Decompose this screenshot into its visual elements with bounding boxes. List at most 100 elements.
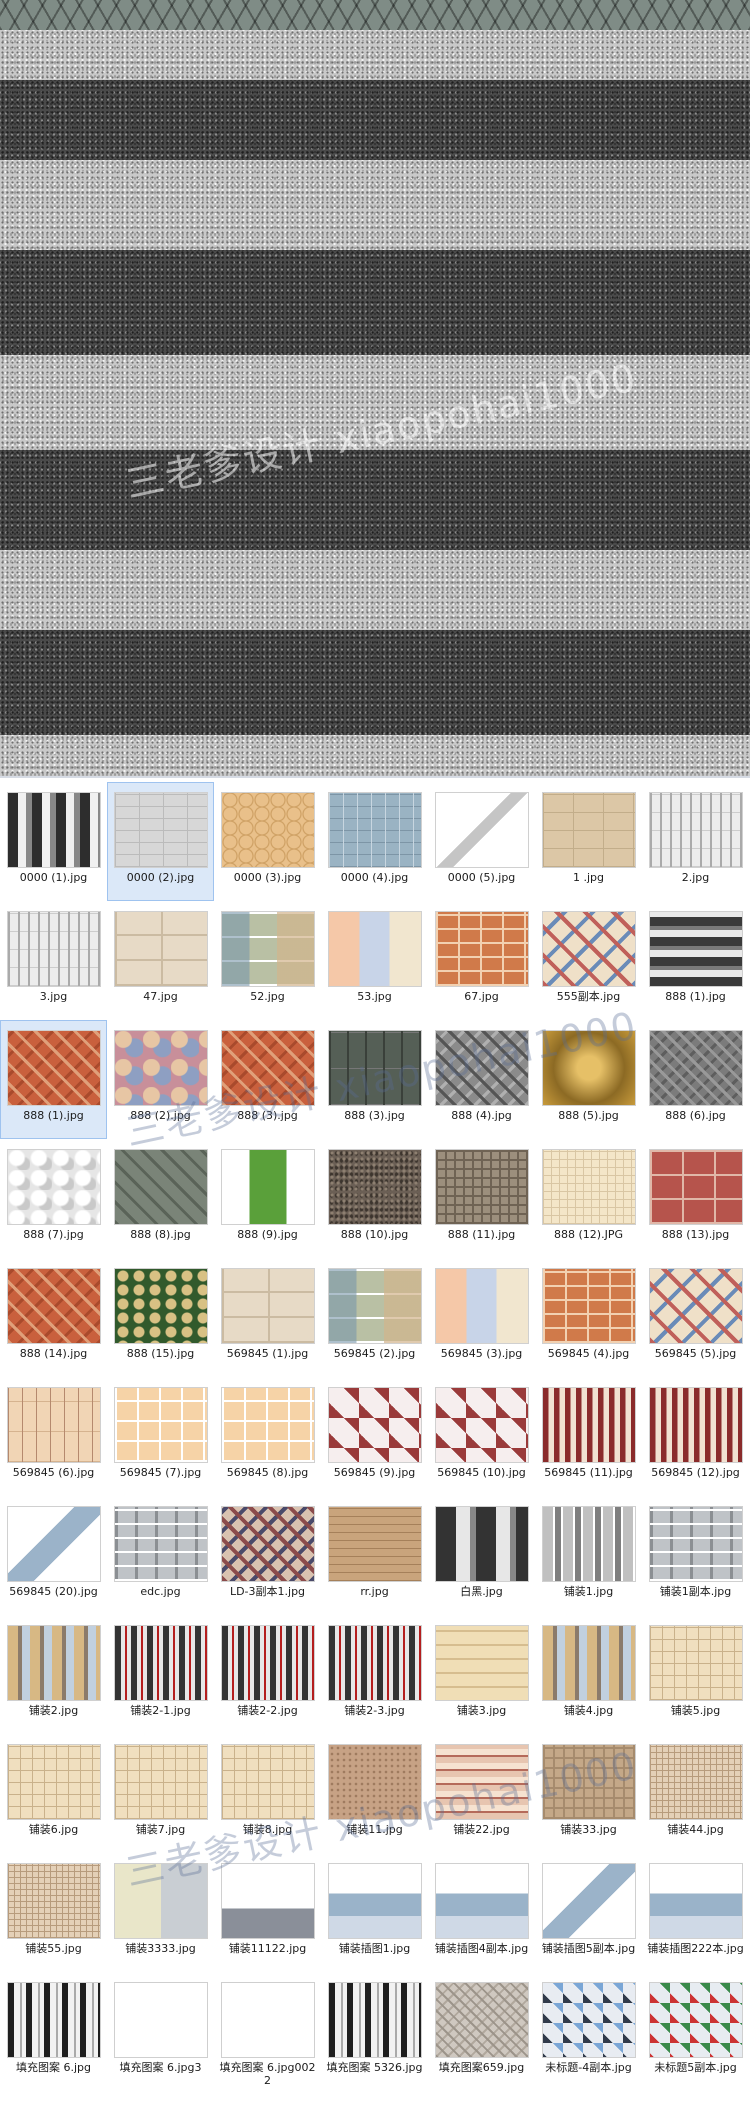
file-explorer-thumbnail-view[interactable]: 0000 (1).jpg 0000 (2).jpg 0000 (3).jpg 0000… [0, 776, 750, 2127]
file-thumbnail[interactable] [221, 1983, 314, 2057]
file-item[interactable]: 888 (12).JPG [535, 1139, 642, 1258]
file-item[interactable]: 铺装1.jpg [535, 1496, 642, 1615]
file-thumbnail[interactable] [328, 1983, 421, 2057]
file-item[interactable]: 铺装5.jpg [642, 1615, 749, 1734]
file-thumbnail[interactable] [7, 1745, 100, 1819]
file-thumbnail[interactable] [114, 1269, 207, 1343]
file-item[interactable]: 569845 (12).jpg [642, 1377, 749, 1496]
file-item[interactable]: 569845 (11).jpg [535, 1377, 642, 1496]
file-thumbnail[interactable] [542, 1864, 635, 1938]
file-item[interactable]: 0000 (3).jpg [214, 782, 321, 901]
file-item[interactable]: 铺装6.jpg [0, 1734, 107, 1853]
file-thumbnail[interactable] [435, 1269, 528, 1343]
file-thumbnail[interactable] [542, 1388, 635, 1462]
file-item[interactable]: 铺装2-1.jpg [107, 1615, 214, 1734]
file-item[interactable]: 569845 (2).jpg [321, 1258, 428, 1377]
file-item[interactable]: 铺装4.jpg [535, 1615, 642, 1734]
file-thumbnail[interactable] [542, 1507, 635, 1581]
file-thumbnail[interactable] [328, 1388, 421, 1462]
file-item[interactable]: 铺装3.jpg [428, 1615, 535, 1734]
file-item[interactable]: 569845 (4).jpg [535, 1258, 642, 1377]
file-thumbnail[interactable] [221, 793, 314, 867]
file-thumbnail[interactable] [7, 1269, 100, 1343]
file-thumbnail[interactable] [221, 1031, 314, 1105]
file-item[interactable]: 569845 (1).jpg [214, 1258, 321, 1377]
file-item[interactable]: 铺装11.jpg [321, 1734, 428, 1853]
file-item[interactable]: 569845 (8).jpg [214, 1377, 321, 1496]
file-item[interactable]: 52.jpg [214, 901, 321, 1020]
file-thumbnail[interactable] [542, 912, 635, 986]
file-item[interactable]: 白黑.jpg [428, 1496, 535, 1615]
file-thumbnail[interactable] [221, 1269, 314, 1343]
file-thumbnail[interactable] [114, 793, 207, 867]
file-thumbnail[interactable] [328, 1507, 421, 1581]
file-thumbnail[interactable] [114, 912, 207, 986]
file-item[interactable]: 53.jpg [321, 901, 428, 1020]
file-item[interactable]: 铺装2.jpg [0, 1615, 107, 1734]
file-item[interactable]: 888 (13).jpg [642, 1139, 749, 1258]
file-thumbnail[interactable] [221, 1507, 314, 1581]
file-item[interactable]: 铺装3333.jpg [107, 1853, 214, 1972]
file-item[interactable]: edc.jpg [107, 1496, 214, 1615]
file-thumbnail[interactable] [221, 1626, 314, 1700]
file-thumbnail[interactable] [7, 1983, 100, 2057]
file-item[interactable]: 888 (8).jpg [107, 1139, 214, 1258]
file-thumbnail[interactable] [114, 1507, 207, 1581]
file-item[interactable]: 铺装55.jpg [0, 1853, 107, 1972]
file-thumbnail[interactable] [221, 1745, 314, 1819]
file-thumbnail[interactable] [328, 793, 421, 867]
file-item[interactable]: 铺装插图5副本.jpg [535, 1853, 642, 1972]
file-item[interactable]: 0000 (2).jpg [107, 782, 214, 901]
file-item[interactable]: 47.jpg [107, 901, 214, 1020]
file-thumbnail[interactable] [328, 1269, 421, 1343]
file-item[interactable]: 1 .jpg [535, 782, 642, 901]
file-thumbnail[interactable] [7, 1507, 100, 1581]
file-thumbnail[interactable] [7, 1150, 100, 1224]
file-thumbnail[interactable] [328, 1745, 421, 1819]
file-thumbnail[interactable] [114, 1150, 207, 1224]
file-thumbnail[interactable] [114, 1388, 207, 1462]
file-thumbnail[interactable] [328, 1150, 421, 1224]
file-thumbnail[interactable] [7, 1626, 100, 1700]
file-item[interactable]: 铺装2-2.jpg [214, 1615, 321, 1734]
file-thumbnail[interactable] [435, 1864, 528, 1938]
file-thumbnail[interactable] [542, 1745, 635, 1819]
file-thumbnail[interactable] [649, 1031, 742, 1105]
file-item[interactable]: 填充图案 5326.jpg [321, 1972, 428, 2091]
file-thumbnail[interactable] [542, 1269, 635, 1343]
file-item[interactable]: 67.jpg [428, 901, 535, 1020]
file-item[interactable]: 569845 (6).jpg [0, 1377, 107, 1496]
file-item[interactable]: 0000 (1).jpg [0, 782, 107, 901]
file-item[interactable]: 0000 (5).jpg [428, 782, 535, 901]
file-thumbnail[interactable] [649, 1388, 742, 1462]
file-thumbnail[interactable] [649, 1864, 742, 1938]
file-thumbnail[interactable] [221, 1864, 314, 1938]
file-item[interactable]: 888 (1).jpg [642, 901, 749, 1020]
file-item[interactable]: rr.jpg [321, 1496, 428, 1615]
file-thumbnail[interactable] [435, 1150, 528, 1224]
file-item[interactable]: 888 (9).jpg [214, 1139, 321, 1258]
file-thumbnail[interactable] [435, 1626, 528, 1700]
file-thumbnail[interactable] [435, 1745, 528, 1819]
file-thumbnail[interactable] [542, 1626, 635, 1700]
file-item[interactable]: 888 (4).jpg [428, 1020, 535, 1139]
file-item[interactable]: 铺装11122.jpg [214, 1853, 321, 1972]
file-item[interactable]: 888 (5).jpg [535, 1020, 642, 1139]
file-item[interactable]: 铺装44.jpg [642, 1734, 749, 1853]
file-item[interactable]: 未标题-4副本.jpg [535, 1972, 642, 2091]
file-item[interactable]: 铺装插图1.jpg [321, 1853, 428, 1972]
file-thumbnail[interactable] [7, 1388, 100, 1462]
file-item[interactable]: 888 (3).jpg [321, 1020, 428, 1139]
file-item[interactable]: 888 (6).jpg [642, 1020, 749, 1139]
file-item[interactable]: 填充图案 6.jpg [0, 1972, 107, 2091]
file-thumbnail[interactable] [221, 1388, 314, 1462]
file-thumbnail[interactable] [649, 1983, 742, 2057]
file-item[interactable]: 铺装33.jpg [535, 1734, 642, 1853]
file-item[interactable]: 铺装22.jpg [428, 1734, 535, 1853]
file-thumbnail[interactable] [435, 912, 528, 986]
file-thumbnail[interactable] [114, 1745, 207, 1819]
file-thumbnail[interactable] [7, 1031, 100, 1105]
file-item[interactable]: 3.jpg [0, 901, 107, 1020]
file-item[interactable]: 未标题5副本.jpg [642, 1972, 749, 2091]
file-item[interactable]: 填充图案 6.jpg0022 [214, 1972, 321, 2091]
